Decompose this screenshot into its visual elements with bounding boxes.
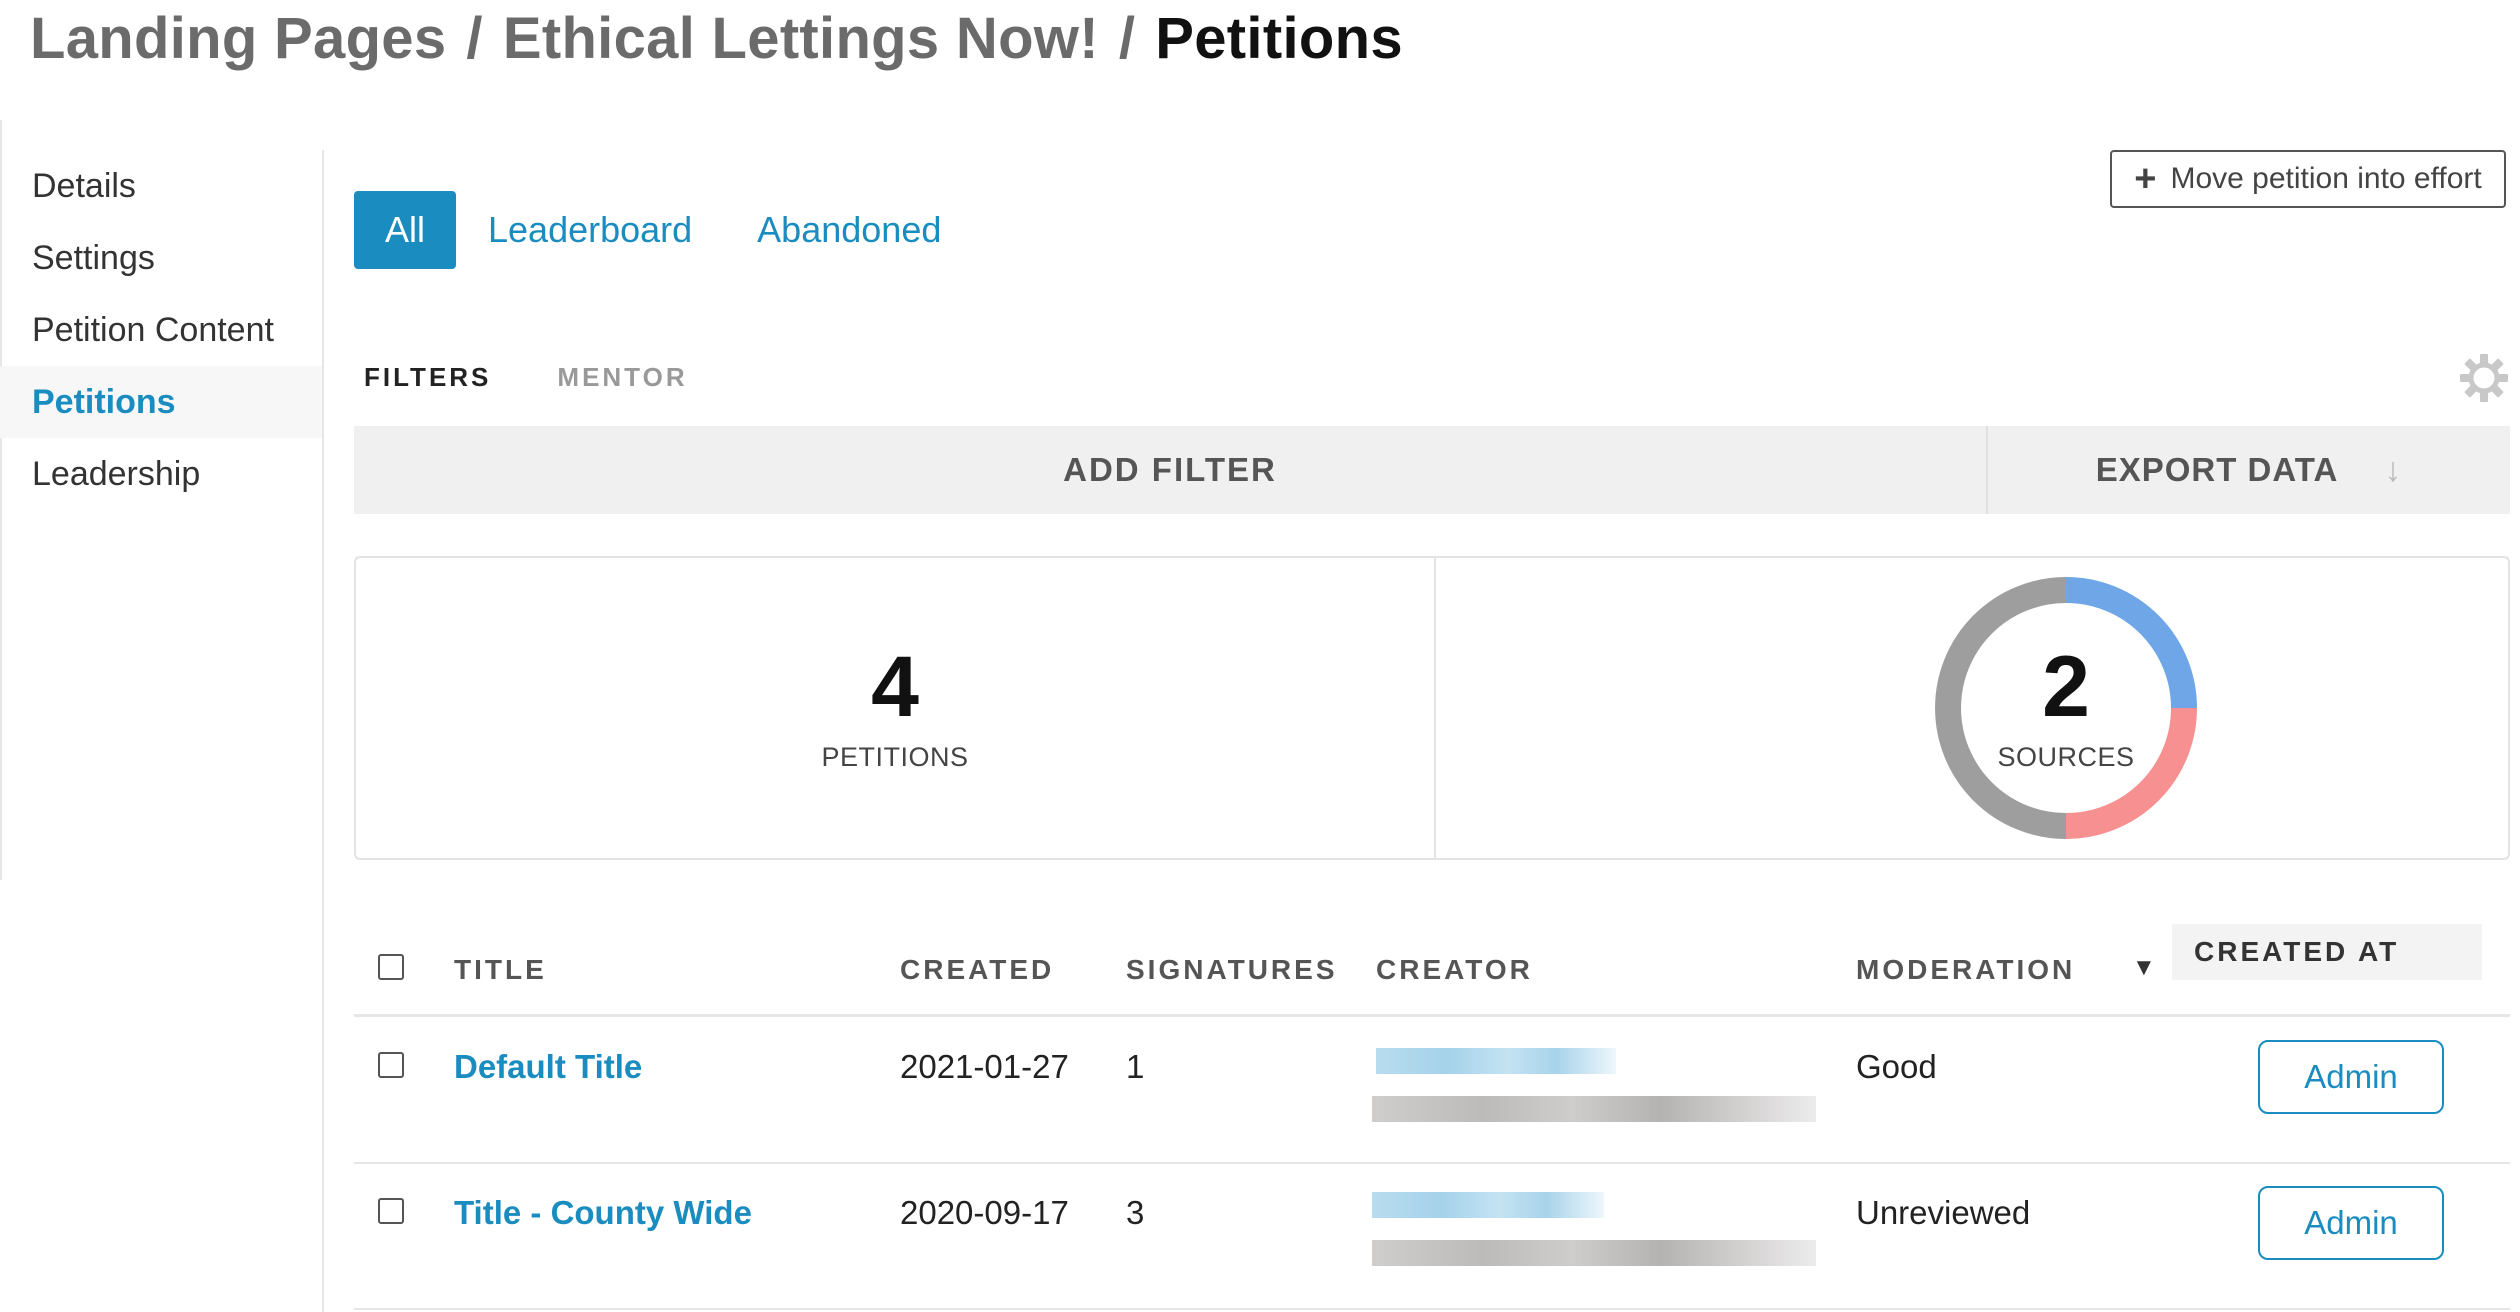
export-data-button[interactable]: EXPORT DATA ↓ <box>1986 426 2510 514</box>
petitions-label: PETITIONS <box>821 741 969 772</box>
filter-bar: ADD FILTER EXPORT DATA ↓ <box>354 426 2510 514</box>
tab-leaderboard[interactable]: Leaderboard <box>488 209 692 251</box>
sidebar-item-settings[interactable]: Settings <box>0 222 322 294</box>
download-arrow-icon: ↓ <box>2384 450 2403 489</box>
sources-count: 2 <box>2042 638 2090 735</box>
sources-stat: 2 SOURCES <box>1436 558 2508 858</box>
petitions-count: 4 <box>871 638 919 735</box>
breadcrumb-landing-pages[interactable]: Landing Pages <box>30 5 446 72</box>
breadcrumb-separator: / <box>1118 5 1136 71</box>
stats-panel: 4 PETITIONS 2 SOURCES <box>354 556 2510 860</box>
creator-email-redacted <box>1372 1096 1816 1122</box>
tab-abandoned[interactable]: Abandoned <box>757 209 941 251</box>
move-petition-button[interactable]: + Move petition into effort <box>2110 150 2506 208</box>
sources-center: 2 SOURCES <box>1934 576 2198 840</box>
admin-button[interactable]: Admin <box>2258 1040 2444 1114</box>
signature-count: 3 <box>1126 1194 1145 1231</box>
sources-label: SOURCES <box>1997 741 2135 772</box>
gear-icon[interactable] <box>2458 352 2510 404</box>
creator-name-redacted <box>1376 1048 1616 1074</box>
export-data-label: EXPORT DATA <box>2095 451 2339 488</box>
creator-email-redacted <box>1372 1240 1816 1266</box>
table-row: Default Title 2021-01-27 1 Good Admin <box>354 1018 2510 1164</box>
column-header-creator[interactable]: CREATOR <box>1376 954 1533 986</box>
row-checkbox[interactable] <box>378 1198 404 1224</box>
sidebar: Details Settings Petition Content Petiti… <box>0 150 324 1312</box>
table-header: TITLE CREATED SIGNATURES CREATOR MODERAT… <box>354 924 2510 1017</box>
tab-all[interactable]: All <box>354 191 456 269</box>
table-row: Title - County Wide 2020-09-17 3 Unrevie… <box>354 1164 2510 1310</box>
column-header-title[interactable]: TITLE <box>454 954 547 986</box>
subtab-mentor[interactable]: MENTOR <box>557 362 687 393</box>
column-header-created-at[interactable]: CREATED AT <box>2172 924 2482 980</box>
signature-count: 1 <box>1126 1048 1145 1085</box>
add-filter-button[interactable]: ADD FILTER <box>354 426 1986 514</box>
page-title: Petitions <box>1155 5 1403 71</box>
moderation-status: Unreviewed <box>1856 1194 2031 1231</box>
sidebar-item-petition-content[interactable]: Petition Content <box>0 294 322 366</box>
view-tabs: All Leaderboard Abandoned <box>354 191 1006 269</box>
moderation-status: Good <box>1856 1048 1937 1085</box>
column-header-signatures[interactable]: SIGNATURES <box>1126 954 1338 986</box>
created-date: 2021-01-27 <box>900 1048 1069 1085</box>
breadcrumb: Landing Pages / Ethical Lettings Now! / … <box>30 2 1403 74</box>
sidebar-item-details[interactable]: Details <box>0 150 322 222</box>
column-header-created[interactable]: CREATED <box>900 954 1054 986</box>
row-checkbox[interactable] <box>378 1052 404 1078</box>
filter-subtabs: FILTERS MENTOR <box>364 362 754 393</box>
admin-button[interactable]: Admin <box>2258 1186 2444 1260</box>
petition-title-link[interactable]: Title - County Wide <box>454 1194 752 1232</box>
move-petition-label: Move petition into effort <box>2170 162 2482 195</box>
column-header-moderation[interactable]: MODERATION <box>1856 954 2075 986</box>
petition-title-link[interactable]: Default Title <box>454 1048 642 1086</box>
sidebar-item-leadership[interactable]: Leadership <box>0 438 322 510</box>
subtab-filters[interactable]: FILTERS <box>364 362 491 393</box>
plus-icon: + <box>2134 157 2157 200</box>
sort-desc-icon[interactable]: ▼ <box>2132 954 2156 982</box>
petitions-stat: 4 PETITIONS <box>356 558 1436 858</box>
select-all-checkbox[interactable] <box>378 954 404 980</box>
breadcrumb-campaign[interactable]: Ethical Lettings Now! <box>503 5 1099 72</box>
breadcrumb-separator: / <box>466 5 483 71</box>
created-date: 2020-09-17 <box>900 1194 1069 1231</box>
creator-name-redacted <box>1372 1192 1604 1218</box>
sidebar-item-petitions[interactable]: Petitions <box>0 366 322 438</box>
